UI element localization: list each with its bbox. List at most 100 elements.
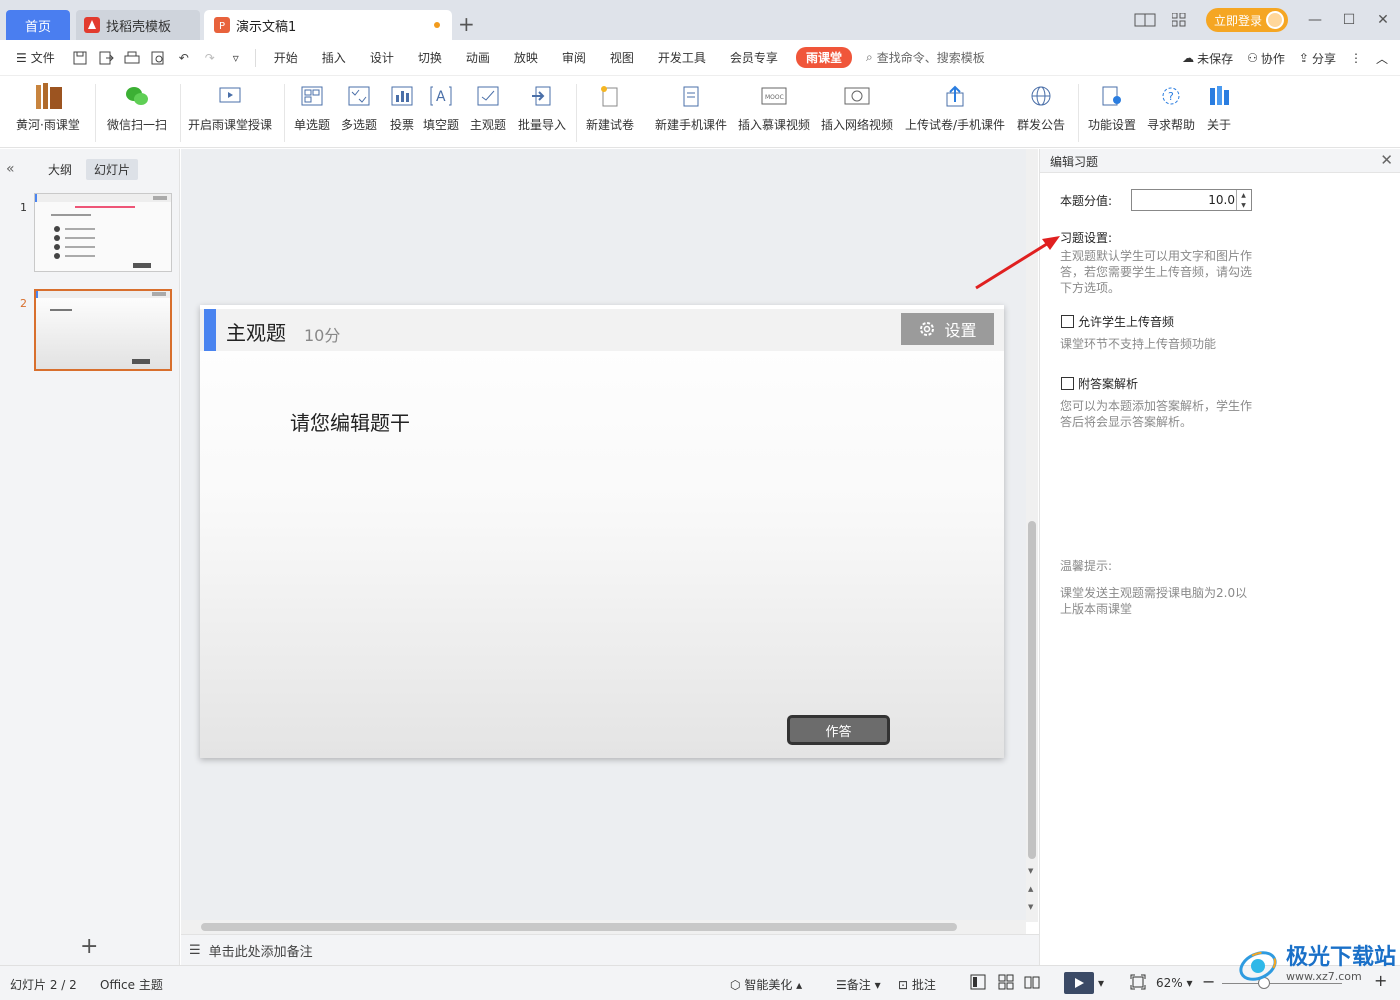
unsaved-button[interactable]: ☁ 未保存 bbox=[1182, 50, 1233, 67]
slide-thumbnail-2[interactable] bbox=[34, 289, 172, 371]
multiple-choice-button[interactable]: 多选题 bbox=[341, 82, 377, 133]
quick-access-dropdown-icon[interactable]: ▿ bbox=[226, 48, 246, 68]
about-icon bbox=[1205, 82, 1233, 110]
tab-document[interactable]: P 演示文稿1 bbox=[204, 10, 452, 40]
menu-item-animation[interactable]: 动画 bbox=[454, 49, 502, 66]
command-search[interactable]: ⌕ 查找命令、搜索模板 bbox=[866, 49, 985, 66]
single-choice-button[interactable]: 单选题 bbox=[294, 82, 330, 133]
upload-button[interactable]: 上传试卷/手机课件 bbox=[905, 82, 1005, 133]
function-settings-button[interactable]: 功能设置 bbox=[1088, 82, 1136, 133]
fill-blank-button[interactable]: A 填空题 bbox=[423, 82, 459, 133]
save-icon[interactable] bbox=[70, 48, 90, 68]
edit-exercise-panel: 编辑习题 ✕ 本题分值: 10.0 ▲ ▼ 习题设置: 主观题默认学生可以用文字和… bbox=[1039, 149, 1400, 965]
slide-settings-button[interactable]: 设置 bbox=[901, 313, 994, 345]
redo-icon[interactable]: ↷ bbox=[200, 48, 220, 68]
announce-label: 群发公告 bbox=[1017, 118, 1066, 132]
menu-item-start[interactable]: 开始 bbox=[262, 49, 310, 66]
attach-analysis-checkbox[interactable] bbox=[1061, 377, 1074, 390]
file-menu[interactable]: ☰ 文件 bbox=[0, 49, 67, 66]
score-stepper[interactable]: ▲ ▼ bbox=[1236, 190, 1250, 210]
help-button[interactable]: ? 寻求帮助 bbox=[1147, 82, 1195, 133]
question-score[interactable]: 10分 bbox=[304, 322, 340, 346]
notes-bar[interactable]: ☰ 单击此处添加备注 bbox=[181, 934, 1039, 965]
undo-icon[interactable]: ↶ bbox=[174, 48, 194, 68]
vote-button[interactable]: 投票 bbox=[388, 82, 416, 133]
announce-button[interactable]: 群发公告 bbox=[1017, 82, 1065, 133]
horizontal-scrollbar[interactable] bbox=[181, 920, 1026, 934]
about-button[interactable]: 关于 bbox=[1205, 82, 1233, 133]
normal-view-icon[interactable] bbox=[970, 974, 986, 990]
theme-name[interactable]: Office 主题 bbox=[100, 976, 163, 993]
maximize-icon[interactable]: ☐ bbox=[1332, 0, 1366, 40]
collaborate-button[interactable]: ⚇ 协作 bbox=[1247, 50, 1285, 67]
reading-mode-icon[interactable] bbox=[1128, 0, 1162, 40]
svg-text:?: ? bbox=[1168, 90, 1174, 103]
attach-analysis-label[interactable]: 附答案解析 bbox=[1078, 375, 1138, 392]
new-tab-button[interactable]: + bbox=[458, 12, 475, 36]
subjective-button[interactable]: 主观题 bbox=[470, 82, 506, 133]
new-exam-button[interactable]: 新建试卷 bbox=[586, 82, 634, 133]
menu-item-yuketang[interactable]: 雨课堂 bbox=[795, 47, 852, 68]
question-stem[interactable]: 请您编辑题干 bbox=[290, 407, 410, 436]
slide[interactable]: 主观题 10分 设置 请您编辑题干 作答 bbox=[200, 305, 1004, 758]
answer-button[interactable]: 作答 bbox=[787, 715, 890, 745]
allow-audio-label[interactable]: 允许学生上传音频 bbox=[1078, 313, 1174, 330]
zoom-out-icon[interactable]: − bbox=[1202, 972, 1215, 991]
watermark: 极光下载站 www.xz7.com bbox=[1236, 944, 1396, 984]
menu-item-design[interactable]: 设计 bbox=[358, 49, 406, 66]
export-icon[interactable] bbox=[96, 48, 116, 68]
insert-mooc-button[interactable]: MOOC 插入慕课视频 bbox=[738, 82, 810, 133]
login-button[interactable]: 立即登录 bbox=[1205, 8, 1288, 32]
insert-web-video-button[interactable]: 插入网络视频 bbox=[821, 82, 893, 133]
stepper-down-icon[interactable]: ▼ bbox=[1241, 202, 1246, 209]
add-slide-button[interactable]: + bbox=[80, 934, 98, 959]
menu-item-member[interactable]: 会员专享 bbox=[718, 49, 790, 66]
collapse-ribbon-icon[interactable]: ︿ bbox=[1376, 50, 1388, 67]
slide-thumbnail-1[interactable] bbox=[34, 193, 172, 272]
more-icon[interactable]: ⋮ bbox=[1350, 51, 1362, 65]
share-button[interactable]: ⇪ 分享 bbox=[1299, 50, 1336, 67]
play-dropdown-icon[interactable]: ▾ bbox=[1098, 976, 1104, 990]
reading-view-icon[interactable] bbox=[1024, 974, 1040, 990]
tab-shell-templates[interactable]: 找稻壳模板 bbox=[76, 10, 200, 40]
collapse-panel-icon[interactable]: « bbox=[6, 161, 15, 177]
scroll-down-arrow-icon[interactable]: ▼ bbox=[1028, 867, 1033, 875]
brand-button[interactable]: 黄河·雨课堂 bbox=[16, 82, 80, 133]
score-input[interactable]: 10.0 bbox=[1131, 189, 1252, 211]
stepper-up-icon[interactable]: ▲ bbox=[1241, 192, 1246, 199]
menu-item-developer[interactable]: 开发工具 bbox=[646, 49, 718, 66]
tab-outline[interactable]: 大纲 bbox=[48, 161, 72, 178]
menu-item-insert[interactable]: 插入 bbox=[310, 49, 358, 66]
sorter-view-icon[interactable] bbox=[998, 974, 1014, 990]
print-icon[interactable] bbox=[122, 48, 142, 68]
batch-import-button[interactable]: 批量导入 bbox=[518, 82, 566, 133]
tab-slides[interactable]: 幻灯片 bbox=[86, 159, 139, 180]
play-slideshow-button[interactable] bbox=[1064, 972, 1094, 994]
wechat-scan-button[interactable]: 微信扫一扫 bbox=[107, 82, 167, 133]
allow-audio-checkbox[interactable] bbox=[1061, 315, 1074, 328]
menu-item-view[interactable]: 视图 bbox=[598, 49, 646, 66]
menu-item-slideshow[interactable]: 放映 bbox=[502, 49, 550, 66]
print-preview-icon[interactable] bbox=[148, 48, 168, 68]
horizontal-scroll-thumb[interactable] bbox=[201, 923, 957, 931]
notes-toggle[interactable]: ☰备注 ▾ bbox=[836, 976, 881, 993]
fit-window-icon[interactable] bbox=[1130, 974, 1146, 990]
close-icon[interactable]: ✕ bbox=[1380, 151, 1393, 169]
prev-slide-icon[interactable]: ▲ bbox=[1028, 885, 1033, 893]
menu-item-transition[interactable]: 切换 bbox=[406, 49, 454, 66]
next-slide-icon[interactable]: ▼ bbox=[1028, 903, 1033, 911]
start-class-button[interactable]: 开启雨课堂授课 bbox=[188, 82, 272, 133]
comments-toggle[interactable]: ⊡ 批注 bbox=[898, 976, 936, 993]
minimize-icon[interactable]: — bbox=[1298, 0, 1332, 40]
ribbon-separator bbox=[1078, 84, 1079, 142]
comment-icon: ⊡ bbox=[898, 978, 909, 992]
apps-grid-icon[interactable] bbox=[1162, 0, 1196, 40]
smart-beautify-button[interactable]: ⬡ 智能美化 ▴ bbox=[730, 976, 802, 993]
close-window-icon[interactable]: ✕ bbox=[1366, 0, 1400, 40]
menu-item-review[interactable]: 审阅 bbox=[550, 49, 598, 66]
tab-home[interactable]: 首页 bbox=[6, 10, 70, 40]
vertical-scroll-thumb[interactable] bbox=[1028, 521, 1036, 859]
new-mobile-button[interactable]: 新建手机课件 bbox=[655, 82, 727, 133]
zoom-level[interactable]: 62% ▾ bbox=[1156, 976, 1193, 990]
question-type-title[interactable]: 主观题 bbox=[226, 317, 286, 346]
